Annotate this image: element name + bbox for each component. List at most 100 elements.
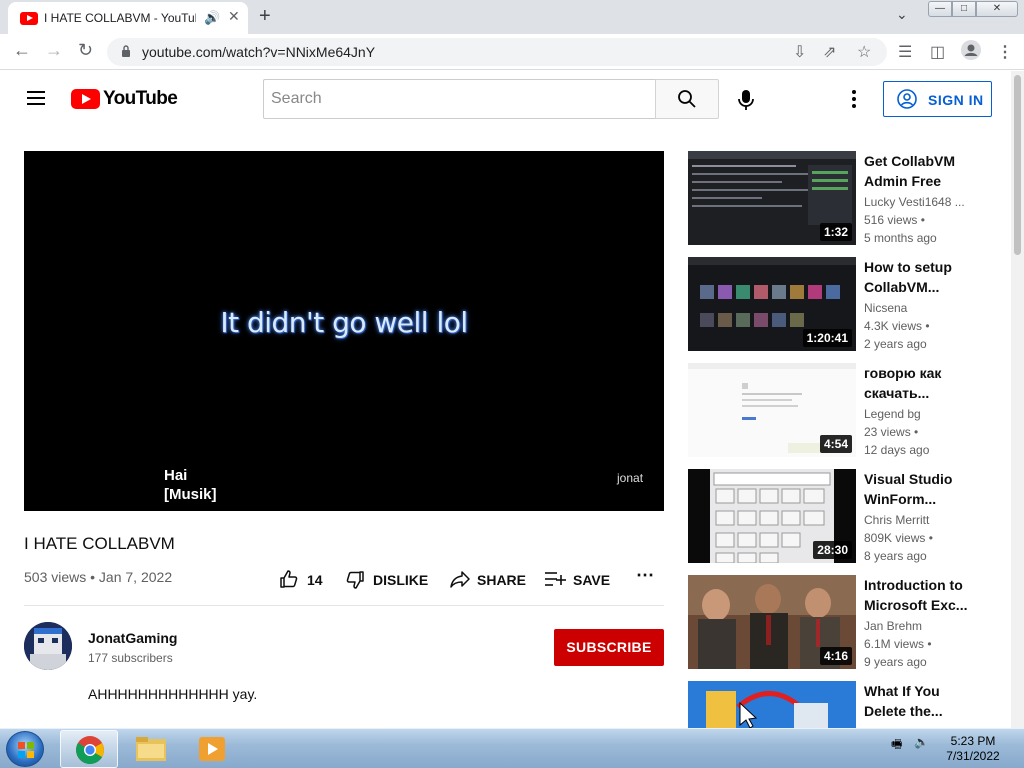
recommendation-title[interactable]: Get CollabVM Admin Free — [864, 151, 972, 191]
recommendation-channel[interactable]: Jan Brehm — [864, 619, 922, 633]
share-button[interactable]: SHARE — [449, 569, 529, 589]
taskbar-chrome[interactable] — [60, 730, 118, 768]
recommendation-item[interactable]: 1:32 Get CollabVM Admin Free Lucky Vesti… — [688, 151, 1008, 245]
recommendation-thumbnail[interactable]: 28:30 — [688, 469, 856, 563]
account-icon — [897, 89, 917, 109]
recommendation-title[interactable]: Visual Studio WinForm... — [864, 469, 972, 509]
clock-date: 7/31/2022 — [946, 749, 1000, 763]
hamburger-menu-icon[interactable] — [27, 91, 45, 105]
start-button[interactable] — [6, 731, 44, 767]
video-duration: 28:30 — [813, 541, 852, 559]
url-text: youtube.com/watch?v=NNixMe64JnY — [142, 44, 376, 60]
recommendation-title[interactable]: How to setup CollabVM... — [864, 257, 972, 297]
recommendation-item[interactable]: 28:30 Visual Studio WinForm... Chris Mer… — [688, 469, 1008, 563]
taskbar-media-player[interactable] — [183, 730, 241, 768]
recommendation-thumbnail[interactable]: 4:16 — [688, 575, 856, 669]
install-icon[interactable]: ⇩ — [793, 42, 806, 62]
media-control-icon[interactable]: ☰ — [898, 42, 912, 62]
recommendation-age: 12 days ago — [864, 443, 930, 457]
video-captions: Hai [Musik] — [164, 466, 217, 504]
dislike-button[interactable]: DISLIKE — [345, 569, 430, 589]
chrome-icon — [76, 736, 104, 764]
sign-in-button[interactable]: SIGN IN — [883, 81, 992, 117]
taskbar-explorer[interactable] — [122, 730, 180, 768]
recommendation-views: 6.1M views • — [864, 637, 932, 651]
more-actions-icon[interactable]: ⋯ — [636, 565, 654, 585]
share-label: SHARE — [477, 572, 527, 588]
back-icon[interactable]: ← — [13, 40, 31, 61]
browser-menu-icon[interactable]: ⋮ — [997, 42, 1013, 62]
settings-more-icon[interactable] — [852, 90, 856, 108]
video-duration: 1:20:41 — [802, 329, 852, 347]
save-label: SAVE — [573, 572, 611, 588]
recommendation-views: 809K views • — [864, 531, 933, 545]
playlist-add-icon — [545, 572, 566, 586]
folder-icon — [136, 737, 166, 761]
reload-icon[interactable]: ↻ — [78, 40, 93, 61]
recommendation-channel[interactable]: Lucky Vesti1648 ... — [864, 195, 965, 209]
system-clock[interactable]: 5:23 PM 7/31/2022 — [940, 734, 1006, 764]
recommendation-views: 516 views • — [864, 213, 925, 227]
subscribe-button[interactable]: SUBSCRIBE — [554, 629, 664, 666]
browser-tab[interactable]: I HATE COLLABVM - YouTube 🔊 ✕ — [8, 2, 248, 34]
volume-icon[interactable]: 🔈 — [914, 735, 929, 749]
search-button[interactable] — [655, 79, 719, 119]
bookmark-star-icon[interactable]: ☆ — [857, 42, 871, 62]
share-icon[interactable]: ⇗ — [823, 42, 836, 62]
recommendation-age: 9 years ago — [864, 655, 927, 669]
recommendation-item[interactable]: What If You Delete the... — [688, 681, 1008, 728]
recommendation-title[interactable]: говорю как скачать... — [864, 363, 972, 403]
chevron-down-icon[interactable]: ⌄ — [896, 6, 908, 23]
page-scrollbar[interactable] — [1011, 71, 1024, 728]
tab-title: I HATE COLLABVM - YouTube — [44, 11, 196, 25]
youtube-page: YouTube SIGN IN It didn't go well lol Ha… — [0, 71, 1024, 728]
caption-line: [Musik] — [164, 486, 217, 503]
recommendation-views: 4.3K views • — [864, 319, 930, 333]
scrollbar-thumb[interactable] — [1014, 75, 1021, 255]
new-tab-icon[interactable]: + — [259, 5, 271, 28]
speaker-icon[interactable]: 🔊 — [204, 10, 220, 26]
search-box[interactable] — [263, 79, 656, 119]
recommendation-item[interactable]: 1:20:41 How to setup CollabVM... Nicsena… — [688, 257, 1008, 351]
close-tab-icon[interactable]: ✕ — [228, 8, 240, 25]
address-bar[interactable]: youtube.com/watch?v=NNixMe64JnY ⇩ ⇗ ☆ — [107, 38, 887, 66]
thumbs-up-icon — [280, 570, 298, 588]
youtube-logo[interactable]: YouTube — [71, 88, 178, 110]
browser-tabstrip: I HATE COLLABVM - YouTube 🔊 ✕ + ⌄ — □ ✕ — [0, 0, 1024, 34]
forward-icon[interactable]: → — [45, 40, 63, 61]
dislike-label: DISLIKE — [373, 572, 429, 588]
recommendation-age: 5 months ago — [864, 231, 937, 245]
channel-watermark[interactable]: jonat — [617, 471, 643, 485]
search-input[interactable] — [264, 80, 655, 118]
profile-icon[interactable] — [961, 40, 981, 65]
channel-avatar[interactable] — [24, 622, 72, 670]
recommendation-thumbnail[interactable]: 1:20:41 — [688, 257, 856, 351]
network-icon[interactable]: 🖷 — [891, 735, 902, 756]
lock-icon — [122, 45, 130, 57]
close-window-button[interactable]: ✕ — [976, 1, 1018, 17]
recommendation-thumbnail[interactable] — [688, 681, 856, 728]
side-panel-icon[interactable]: ◫ — [930, 42, 945, 62]
avatar-image — [24, 622, 72, 670]
video-player[interactable]: It didn't go well lol Hai [Musik] jonat — [24, 151, 664, 511]
windows-taskbar: 🖷 🔈 5:23 PM 7/31/2022 — [0, 728, 1024, 768]
recommendation-item[interactable]: 4:16 Introduction to Microsoft Exc... Ja… — [688, 575, 1008, 669]
recommendation-title[interactable]: Introduction to Microsoft Exc... — [864, 575, 972, 615]
save-button[interactable]: SAVE — [545, 569, 615, 589]
recommendation-item[interactable]: 4:54 говорю как скачать... Legend bg 23 … — [688, 363, 1008, 457]
subscriber-count: 177 subscribers — [88, 651, 173, 665]
video-description: AHHHHHHHHHHHHH yay. — [88, 686, 258, 702]
maximize-button[interactable]: □ — [952, 1, 976, 17]
recommendation-channel[interactable]: Chris Merritt — [864, 513, 929, 527]
recommendation-channel[interactable]: Nicsena — [864, 301, 907, 315]
channel-name[interactable]: JonatGaming — [88, 630, 177, 646]
like-button[interactable]: 14 — [279, 569, 329, 589]
minimize-button[interactable]: — — [928, 1, 952, 17]
recommendation-thumbnail[interactable]: 4:54 — [688, 363, 856, 457]
microphone-icon[interactable] — [736, 89, 756, 111]
divider — [24, 605, 664, 606]
video-title: I HATE COLLABVM — [24, 534, 175, 553]
recommendation-title[interactable]: What If You Delete the... — [864, 681, 972, 721]
recommendation-thumbnail[interactable]: 1:32 — [688, 151, 856, 245]
recommendation-channel[interactable]: Legend bg — [864, 407, 921, 421]
